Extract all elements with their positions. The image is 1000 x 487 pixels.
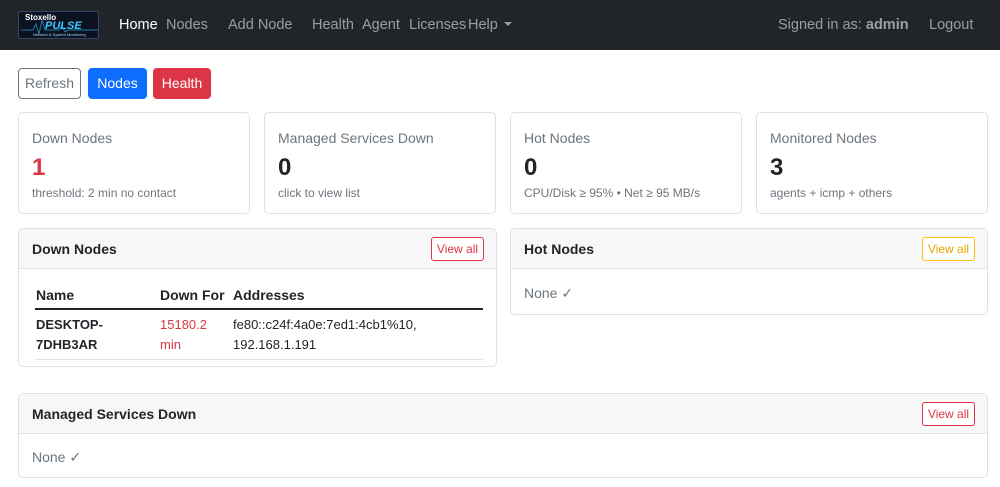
nav-agent[interactable]: Agent <box>362 17 400 34</box>
cell-node-name[interactable]: DESKTOP-7DHB3AR <box>36 315 146 355</box>
nav-nodes[interactable]: Nodes <box>166 17 208 34</box>
stat-card-hot-nodes[interactable]: Hot Nodes 0 CPU/Disk ≥ 95% • Net ≥ 95 MB… <box>510 112 742 214</box>
panel-title: Down Nodes <box>32 241 117 257</box>
nav-health[interactable]: Health <box>312 17 354 34</box>
cell-addresses: fe80::c24f:4a0e:7ed1:4cb1%10, 192.168.1.… <box>233 317 417 352</box>
column-header-addresses: Addresses <box>233 287 305 303</box>
managed-services-view-all-button[interactable]: View all <box>922 402 975 426</box>
logo-tagline: Network & System Monitoring <box>33 32 86 37</box>
row-divider <box>35 359 483 360</box>
stat-label: Monitored Nodes <box>770 130 877 146</box>
stat-subtext: click to view list <box>278 186 361 200</box>
signed-in-prefix: Signed in as: <box>778 17 862 33</box>
nav-add-node[interactable]: Add Node <box>228 17 293 34</box>
hot-nodes-panel: Hot Nodes View all None ✓ <box>510 228 988 315</box>
top-navbar: Stoxello PULSE Network & System Monitori… <box>0 0 1000 50</box>
stat-value: 0 <box>278 154 292 181</box>
stat-card-down-nodes[interactable]: Down Nodes 1 threshold: 2 min no contact <box>18 112 250 214</box>
nodes-button[interactable]: Nodes <box>88 68 147 99</box>
hot-nodes-empty-text: None ✓ <box>524 285 574 301</box>
logout-link[interactable]: Logout <box>929 17 973 34</box>
managed-services-down-panel: Managed Services Down View all None ✓ <box>18 393 988 478</box>
managed-services-empty-text: None ✓ <box>32 449 82 465</box>
refresh-button[interactable]: Refresh <box>18 68 81 99</box>
stat-subtext: threshold: 2 min no contact <box>32 186 177 200</box>
logo-name: PULSE <box>45 20 82 32</box>
stat-label: Down Nodes <box>32 130 113 146</box>
stat-value: 1 <box>32 154 46 181</box>
panel-title: Hot Nodes <box>524 241 594 257</box>
stat-label: Managed Services Down <box>278 130 434 146</box>
hot-nodes-view-all-button[interactable]: View all <box>922 237 975 261</box>
signed-in-user: admin <box>865 17 909 33</box>
panel-header: Managed Services Down View all <box>19 394 987 434</box>
cell-down-for: 15180.2 min <box>160 317 207 352</box>
panel-header: Down Nodes View all <box>19 229 496 269</box>
brand-logo[interactable]: Stoxello PULSE Network & System Monitori… <box>18 11 99 39</box>
column-header-down-for: Down For <box>160 287 225 303</box>
signed-in-status: Signed in as: admin <box>778 17 909 34</box>
stat-card-monitored-nodes[interactable]: Monitored Nodes 3 agents + icmp + others <box>756 112 988 214</box>
health-button[interactable]: Health <box>153 68 211 99</box>
stat-subtext: agents + icmp + others <box>770 186 893 200</box>
nav-help-label: Help <box>468 17 498 33</box>
panel-title: Managed Services Down <box>32 406 197 422</box>
stat-value: 0 <box>524 154 538 181</box>
column-header-name: Name <box>36 287 75 303</box>
nav-help-dropdown[interactable]: Help <box>468 17 512 34</box>
header-divider <box>35 308 483 310</box>
panel-header: Hot Nodes View all <box>511 229 987 269</box>
down-nodes-view-all-button[interactable]: View all <box>431 237 484 261</box>
stat-card-managed-services-down[interactable]: Managed Services Down 0 click to view li… <box>264 112 496 214</box>
down-nodes-panel: Down Nodes View all Name Down For Addres… <box>18 228 497 367</box>
stat-value: 3 <box>770 154 784 181</box>
stat-label: Hot Nodes <box>524 130 591 146</box>
stat-subtext: CPU/Disk ≥ 95% • Net ≥ 95 MB/s <box>524 186 701 200</box>
nav-licenses[interactable]: Licenses <box>409 17 466 34</box>
nav-home[interactable]: Home <box>119 17 158 34</box>
caret-down-icon <box>503 22 512 26</box>
